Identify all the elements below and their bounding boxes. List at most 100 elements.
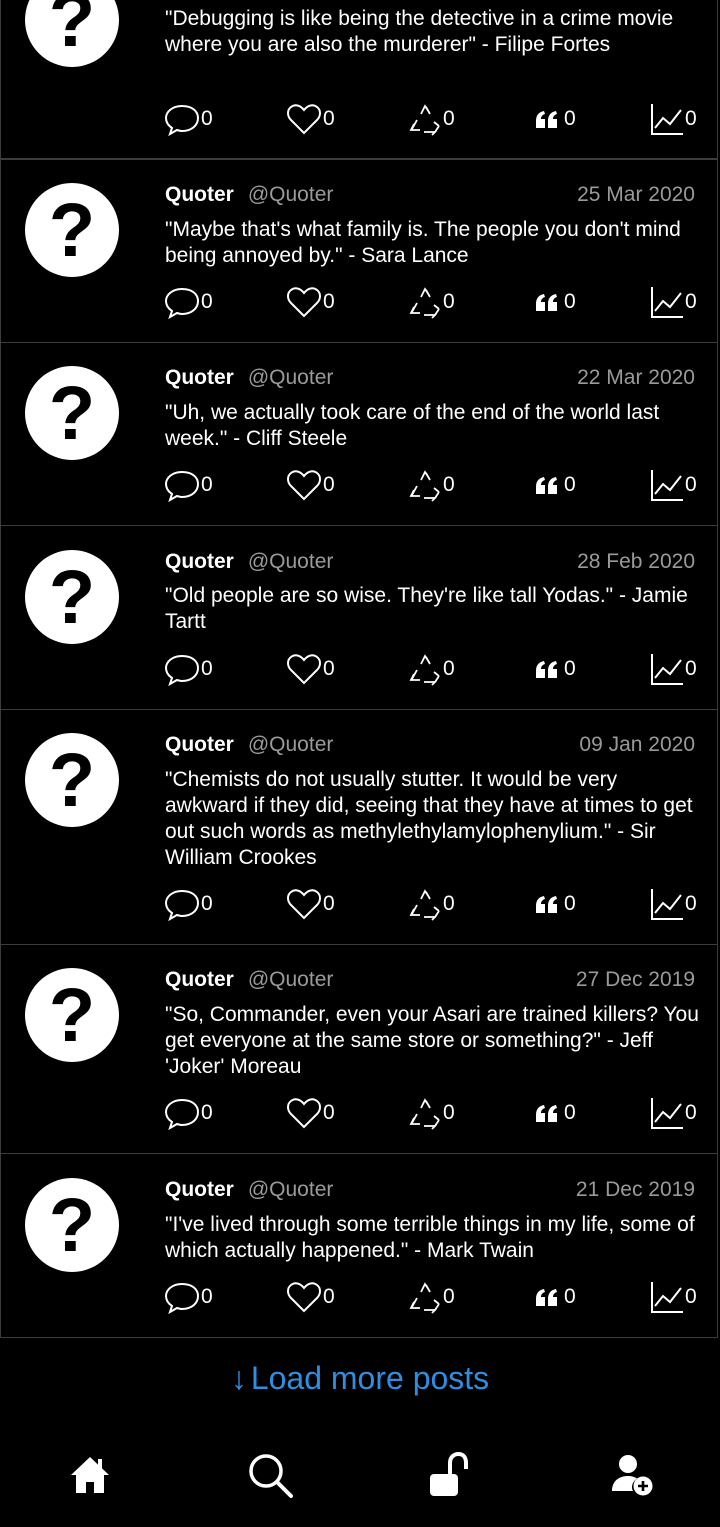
nav-unlock[interactable] <box>418 1445 478 1505</box>
author-handle[interactable]: @Quoter <box>248 1178 334 1201</box>
repost-button[interactable]: 0 <box>408 467 455 503</box>
heart-icon <box>287 1282 321 1313</box>
post-actions: 0 0 0 0 0 <box>164 886 698 922</box>
comment-icon <box>164 654 200 686</box>
quote-count: 0 <box>564 107 576 130</box>
stats-button[interactable]: 0 <box>650 101 697 137</box>
comment-button[interactable]: 0 <box>164 651 213 687</box>
like-count: 0 <box>323 657 335 680</box>
load-more-button[interactable]: ↓ Load more posts <box>0 1356 720 1400</box>
search-icon <box>249 1454 293 1498</box>
author-name[interactable]: Quoter <box>165 366 234 389</box>
avatar-placeholder-icon: ? <box>48 973 96 1058</box>
comment-count: 0 <box>201 1285 213 1308</box>
post-date: 09 Jan 2020 <box>579 733 695 756</box>
recycle-icon <box>409 1282 440 1314</box>
quote-button[interactable]: 0 <box>534 467 576 503</box>
chart-line-icon <box>651 1282 683 1313</box>
nav-home[interactable] <box>60 1445 120 1505</box>
author-name[interactable]: Quoter <box>165 733 234 756</box>
author-handle[interactable]: @Quoter <box>248 366 334 389</box>
quote-button[interactable]: 0 <box>534 284 576 320</box>
author-name[interactable]: Quoter <box>165 183 234 206</box>
heart-icon <box>287 470 321 501</box>
chart-line-icon <box>651 470 683 501</box>
heart-icon <box>287 1098 321 1129</box>
author-handle[interactable]: @Quoter <box>248 183 334 206</box>
recycle-icon <box>409 889 440 921</box>
post[interactable]: ? Quoter @Quoter 09 Jan 2020 "Chemists do… <box>0 709 718 945</box>
like-button[interactable]: 0 <box>286 1279 335 1315</box>
quote-button[interactable]: 0 <box>534 1095 576 1131</box>
stats-button[interactable]: 0 <box>650 467 697 503</box>
repost-count: 0 <box>443 1101 455 1124</box>
recycle-icon <box>409 287 440 319</box>
repost-button[interactable]: 0 <box>408 1095 455 1131</box>
avatar-placeholder-icon: ? <box>48 738 96 823</box>
nav-add-user[interactable] <box>602 1445 662 1505</box>
chart-line-icon <box>651 1098 683 1129</box>
comment-button[interactable]: 0 <box>164 1279 213 1315</box>
avatar[interactable]: ? <box>25 0 119 67</box>
quote-button[interactable]: 0 <box>534 101 576 137</box>
repost-button[interactable]: 0 <box>408 886 455 922</box>
avatar[interactable]: ? <box>25 183 119 277</box>
stats-button[interactable]: 0 <box>650 1095 697 1131</box>
author-name[interactable]: Quoter <box>165 1178 234 1201</box>
like-button[interactable]: 0 <box>286 284 335 320</box>
repost-button[interactable]: 0 <box>408 284 455 320</box>
quote-icon <box>536 1289 557 1306</box>
post[interactable]: ? Quoter @Quoter 27 Dec 2019 "So, Command… <box>0 944 718 1154</box>
quote-button[interactable]: 0 <box>534 1279 576 1315</box>
like-button[interactable]: 0 <box>286 467 335 503</box>
author-handle[interactable]: @Quoter <box>248 550 334 573</box>
author-handle[interactable]: @Quoter <box>248 968 334 991</box>
post[interactable]: ? Quoter @Quoter 28 Feb 2020 "Old people … <box>0 525 718 710</box>
repost-button[interactable]: 0 <box>408 1279 455 1315</box>
stats-button[interactable]: 0 <box>650 284 697 320</box>
like-button[interactable]: 0 <box>286 1095 335 1131</box>
post-header: Quoter @Quoter 22 Mar 2020 <box>165 366 695 394</box>
nav-search[interactable] <box>240 1445 300 1505</box>
repost-button[interactable]: 0 <box>408 101 455 137</box>
comment-count: 0 <box>201 290 213 313</box>
comment-count: 0 <box>201 657 213 680</box>
avatar[interactable]: ? <box>25 1178 119 1272</box>
author-name[interactable]: Quoter <box>165 968 234 991</box>
avatar-placeholder-icon: ? <box>48 1183 96 1268</box>
comment-button[interactable]: 0 <box>164 284 213 320</box>
post-date: 21 Dec 2019 <box>575 1178 695 1201</box>
post[interactable]: ? Quoter @Quoter 22 Mar 2020 "Uh, we actu… <box>0 342 718 526</box>
post-text: "Old people are so wise. They're like ta… <box>165 584 688 633</box>
stats-button[interactable]: 0 <box>650 886 697 922</box>
stats-button[interactable]: 0 <box>650 1279 697 1315</box>
stats-count: 0 <box>685 107 697 130</box>
quote-button[interactable]: 0 <box>534 651 576 687</box>
post-text: "I've lived through some terrible things… <box>165 1213 695 1262</box>
post[interactable]: ? Quoter @Quoter 25 Mar 2020 "Maybe that'… <box>0 159 718 343</box>
post[interactable]: ? Quoter @Quoter 21 Dec 2019 "I've lived … <box>0 1153 718 1338</box>
comment-button[interactable]: 0 <box>164 467 213 503</box>
like-count: 0 <box>323 107 335 130</box>
post-header: Quoter @Quoter 21 Dec 2019 <box>165 1178 695 1206</box>
author-name[interactable]: Quoter <box>165 550 234 573</box>
like-button[interactable]: 0 <box>286 886 335 922</box>
comment-button[interactable]: 0 <box>164 886 213 922</box>
comment-button[interactable]: 0 <box>164 1095 213 1131</box>
avatar[interactable]: ? <box>25 733 119 827</box>
like-count: 0 <box>323 473 335 496</box>
repost-button[interactable]: 0 <box>408 651 455 687</box>
post-header: Quoter @Quoter 27 Dec 2019 <box>165 968 695 996</box>
avatar[interactable]: ? <box>25 366 119 460</box>
like-button[interactable]: 0 <box>286 651 335 687</box>
post[interactable]: ? "Debugging is like being the detective… <box>0 0 718 159</box>
avatar[interactable]: ? <box>25 968 119 1062</box>
comment-button[interactable]: 0 <box>164 101 213 137</box>
stats-button[interactable]: 0 <box>650 651 697 687</box>
quote-count: 0 <box>564 290 576 313</box>
comment-icon <box>164 1282 200 1314</box>
like-button[interactable]: 0 <box>286 101 335 137</box>
quote-button[interactable]: 0 <box>534 886 576 922</box>
author-handle[interactable]: @Quoter <box>248 733 334 756</box>
avatar[interactable]: ? <box>25 550 119 644</box>
